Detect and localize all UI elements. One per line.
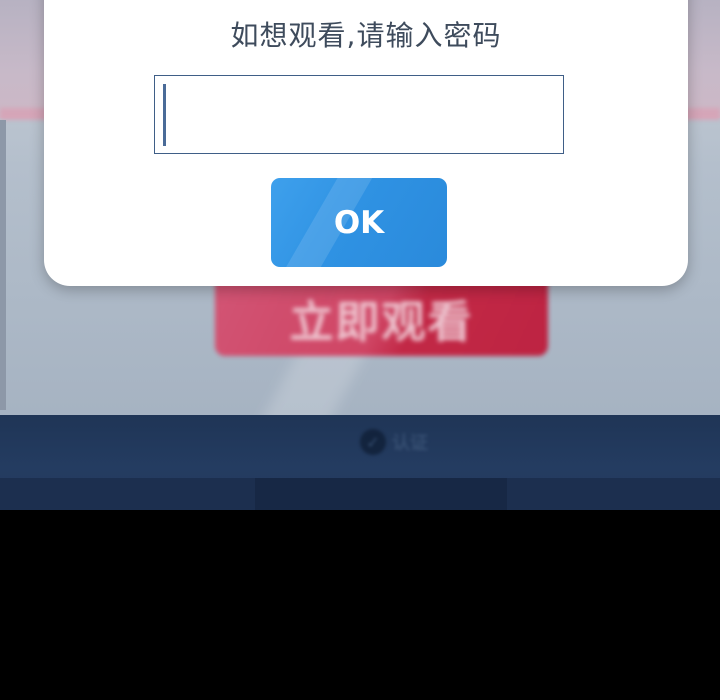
password-dialog: 如想观看,请输入密码 OK (44, 0, 688, 286)
footer-bar: ✓ 认证 (0, 415, 720, 510)
footer-verify: ✓ 认证 (360, 429, 428, 455)
check-circle-icon: ✓ (360, 429, 386, 455)
ok-button-label: OK (333, 204, 385, 241)
password-input[interactable] (154, 75, 564, 154)
dialog-title: 如想观看,请输入密码 (230, 19, 502, 52)
background-edge (0, 120, 6, 410)
ok-button[interactable]: OK (271, 178, 447, 267)
footer-tab-middle (255, 478, 507, 510)
footer-verify-text: 认证 (392, 433, 428, 454)
watch-now-label: 立即观看 (289, 297, 474, 348)
screen: 立即观看 ✓ 认证 如想观看,请输入密码 OK (0, 0, 720, 700)
footer-tab-left (0, 478, 255, 510)
footer-tab-right (507, 478, 720, 510)
text-caret (163, 84, 166, 146)
